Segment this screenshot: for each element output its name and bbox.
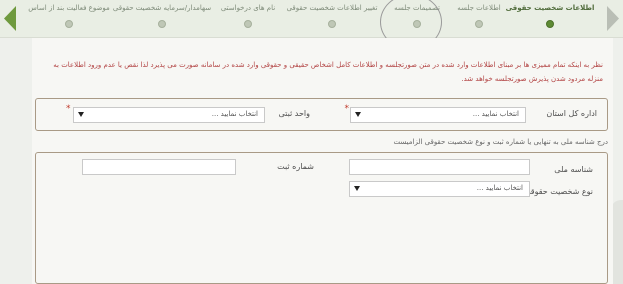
office-selection-box: اداره کل استان * انتخاب نمایید ... واحد … — [35, 98, 608, 131]
identification-hint: درج شناسه ملی به تنهایی یا شماره ثبت و ن… — [393, 138, 608, 146]
registration-unit-select[interactable]: انتخاب نمایید ... — [73, 107, 265, 123]
entity-type-label: نوع شخصیت حقوقی — [524, 187, 593, 196]
wizard-step-activity-subject[interactable]: موضوع فعالیت بند از اساس — [28, 0, 110, 37]
wizard-step-label: اطلاعات جلسه — [457, 4, 501, 12]
entity-type-select-value: انتخاب نمایید ... — [476, 184, 523, 192]
wizard-step-label: تغییر اطلاعات شخصیت حقوقی — [286, 4, 378, 12]
wizard-step-dot — [328, 20, 336, 28]
province-office-select[interactable]: انتخاب نمایید ... — [350, 107, 526, 123]
warning-notice: نظر به اینکه تمام ممیزی ها بر مبنای اطلا… — [53, 61, 603, 83]
required-asterisk: * — [66, 104, 71, 114]
wizard-step-label: اطلاعات شخصیت حقوقی — [505, 4, 595, 12]
wizard-step-dot — [475, 20, 483, 28]
wizard-step-change-info[interactable]: تغییر اطلاعات شخصیت حقوقی — [282, 0, 382, 37]
prev-step-arrow-icon[interactable] — [0, 0, 22, 37]
wizard-step-dot — [65, 20, 73, 28]
wizard-step-dot — [158, 20, 166, 28]
national-id-input[interactable] — [349, 159, 530, 175]
entity-type-select[interactable]: انتخاب نمایید ... — [349, 181, 530, 197]
left-margin — [0, 38, 32, 284]
wizard-step-dot — [546, 20, 554, 28]
wizard-step-requested-names[interactable]: نام های درخواستی — [216, 0, 280, 37]
registration-unit-select-value: انتخاب نمایید ... — [211, 110, 258, 118]
wizard-step-legal-entity-info[interactable]: اطلاعات شخصیت حقوقی — [505, 0, 595, 37]
wizard-step-label: سهامدار/سرمایه شخصیت حقوقی — [112, 4, 212, 12]
required-asterisk: * — [344, 104, 350, 114]
registration-number-label: شماره ثبت — [277, 162, 314, 171]
form-content: نظر به اینکه تمام ممیزی ها بر مبنای اطلا… — [32, 38, 613, 284]
chevron-down-icon — [78, 112, 84, 117]
wizard-step-meeting-info[interactable]: اطلاعات جلسه — [452, 0, 506, 37]
chevron-down-icon — [355, 112, 361, 117]
province-office-select-value: انتخاب نمایید ... — [472, 110, 519, 118]
chevron-down-icon — [354, 186, 360, 191]
wizard-step-shareholders[interactable]: سهامدار/سرمایه شخصیت حقوقی — [110, 0, 214, 37]
wizard-step-label: نام های درخواستی — [220, 4, 276, 12]
province-office-label: اداره کل استان — [546, 109, 597, 118]
registration-number-input[interactable] — [82, 159, 236, 175]
next-step-arrow-icon[interactable] — [601, 0, 623, 37]
national-id-label: شناسه ملی — [554, 165, 593, 174]
wizard-bar: موضوع فعالیت بند از اساس سهامدار/سرمایه … — [0, 0, 623, 50]
wizard-step-label: موضوع فعالیت بند از اساس — [28, 4, 110, 12]
registration-unit-label: واحد ثبتی — [278, 109, 311, 118]
entity-identification-box: شناسه ملی شماره ثبت نوع شخصیت حقوقی انتخ… — [35, 152, 608, 284]
wizard-step-dot — [244, 20, 252, 28]
wizard-steps: موضوع فعالیت بند از اساس سهامدار/سرمایه … — [28, 0, 595, 37]
